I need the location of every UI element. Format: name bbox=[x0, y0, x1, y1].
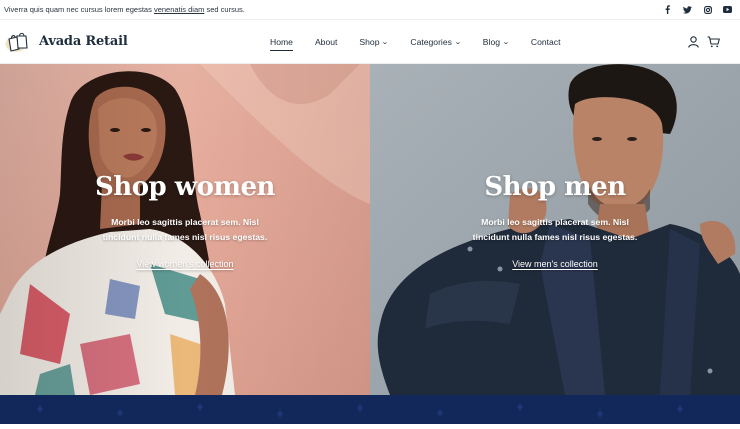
men-panel-description: Morbi leo sagittis placerat sem. Nisl ti… bbox=[472, 217, 638, 242]
nav-label-home: Home bbox=[270, 37, 293, 47]
shopping-bags-logo-icon bbox=[5, 32, 28, 52]
main-nav: Home About Shop ⌄ Categories ⌄ Blog ⌄ Conta… bbox=[270, 20, 583, 64]
twitter-icon[interactable] bbox=[683, 5, 692, 14]
nav-item-contact[interactable]: Contact bbox=[531, 20, 561, 64]
nav-label-about: About bbox=[314, 37, 338, 47]
topbar-link[interactable]: venenatis diam bbox=[154, 5, 204, 14]
nav-label-shop: Shop bbox=[359, 37, 380, 47]
site-header: Avada Retail Home About Shop ⌄ Categories… bbox=[0, 20, 740, 64]
nav-item-blog[interactable]: Blog ⌄ bbox=[482, 20, 510, 64]
navy-band bbox=[0, 395, 740, 424]
band-pattern bbox=[37, 403, 683, 418]
men-panel-title: Shop men bbox=[484, 172, 626, 202]
topbar-text: Viverra quis quam nec cursus lorem egest… bbox=[4, 5, 154, 14]
facebook-icon[interactable] bbox=[663, 5, 672, 14]
chevron-down-icon: ⌄ bbox=[502, 38, 510, 46]
topbar-text-end: sed cursus. bbox=[204, 5, 245, 14]
instagram-icon[interactable] bbox=[703, 5, 712, 14]
header-actions bbox=[688, 20, 720, 64]
chevron-down-icon: ⌄ bbox=[381, 38, 390, 46]
nav-item-categories[interactable]: Categories ⌄ bbox=[410, 20, 462, 64]
women-panel-title: Shop women bbox=[95, 172, 275, 202]
nav-label-categories: Categories bbox=[410, 37, 452, 47]
men-panel-content: Shop men Morbi leo sagittis placerat sem… bbox=[370, 172, 740, 272]
women-panel-content: Shop women Morbi leo sagittis placerat s… bbox=[0, 172, 370, 272]
women-panel[interactable]: Shop women Morbi leo sagittis placerat s… bbox=[0, 64, 370, 395]
chevron-down-icon: ⌄ bbox=[454, 38, 462, 46]
nav-label-contact: Contact bbox=[530, 37, 561, 47]
men-panel[interactable]: Shop men Morbi leo sagittis placerat sem… bbox=[370, 64, 740, 395]
nav-item-home[interactable]: Home bbox=[270, 20, 293, 64]
hero-section: Shop women Morbi leo sagittis placerat s… bbox=[0, 64, 740, 395]
topbar-announcement: Viverra quis quam nec cursus lorem egest… bbox=[4, 5, 245, 14]
nav-item-shop[interactable]: Shop ⌄ bbox=[359, 20, 390, 64]
nav-item-about[interactable]: About bbox=[315, 20, 337, 64]
view-men-collection-link[interactable]: View men's collection bbox=[512, 259, 598, 269]
top-bar: Viverra quis quam nec cursus lorem egest… bbox=[0, 0, 740, 20]
brand-name: Avada Retail bbox=[39, 34, 128, 49]
brand-logo[interactable]: Avada Retail bbox=[5, 31, 128, 53]
women-panel-description: Morbi leo sagittis placerat sem. Nisl ti… bbox=[102, 217, 268, 242]
user-icon[interactable] bbox=[688, 36, 699, 48]
social-links bbox=[663, 5, 732, 14]
youtube-icon[interactable] bbox=[723, 5, 732, 14]
cart-icon[interactable] bbox=[707, 36, 720, 48]
view-women-collection-link[interactable]: View women's collection bbox=[136, 259, 233, 269]
nav-label-blog: Blog bbox=[482, 37, 500, 47]
